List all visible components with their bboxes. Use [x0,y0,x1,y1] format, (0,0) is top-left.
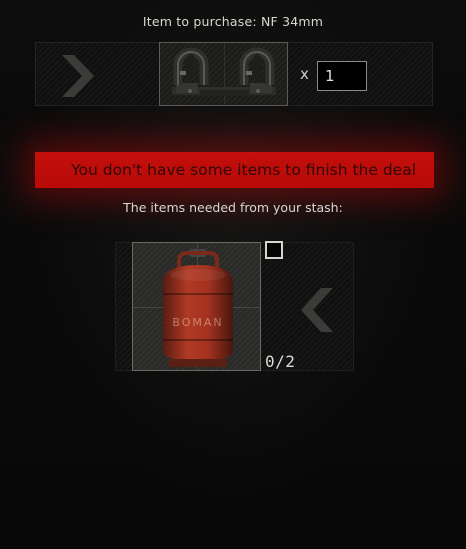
svg-text:BOMAN: BOMAN [172,316,223,329]
quantity-input[interactable] [317,61,367,91]
warning-message: You don't have some items to finish the … [71,161,416,179]
quantity-multiplier: x [300,65,309,83]
purchase-item-slot[interactable] [159,42,288,106]
warning-banner: You don't have some items to finish the … [35,152,434,188]
select-checkbox[interactable] [265,241,283,259]
gas-tank-icon: BOMAN [163,249,233,367]
scope-mount-icon [172,47,276,96]
chevron-right-icon[interactable] [58,51,98,101]
chevron-left-icon[interactable] [297,284,337,336]
required-count: 0/2 [265,352,296,371]
page-title: Item to purchase: NF 34mm [142,14,324,29]
stash-item-slot[interactable]: BOMAN [132,242,261,371]
stash-label: The items needed from your stash: [123,200,343,215]
